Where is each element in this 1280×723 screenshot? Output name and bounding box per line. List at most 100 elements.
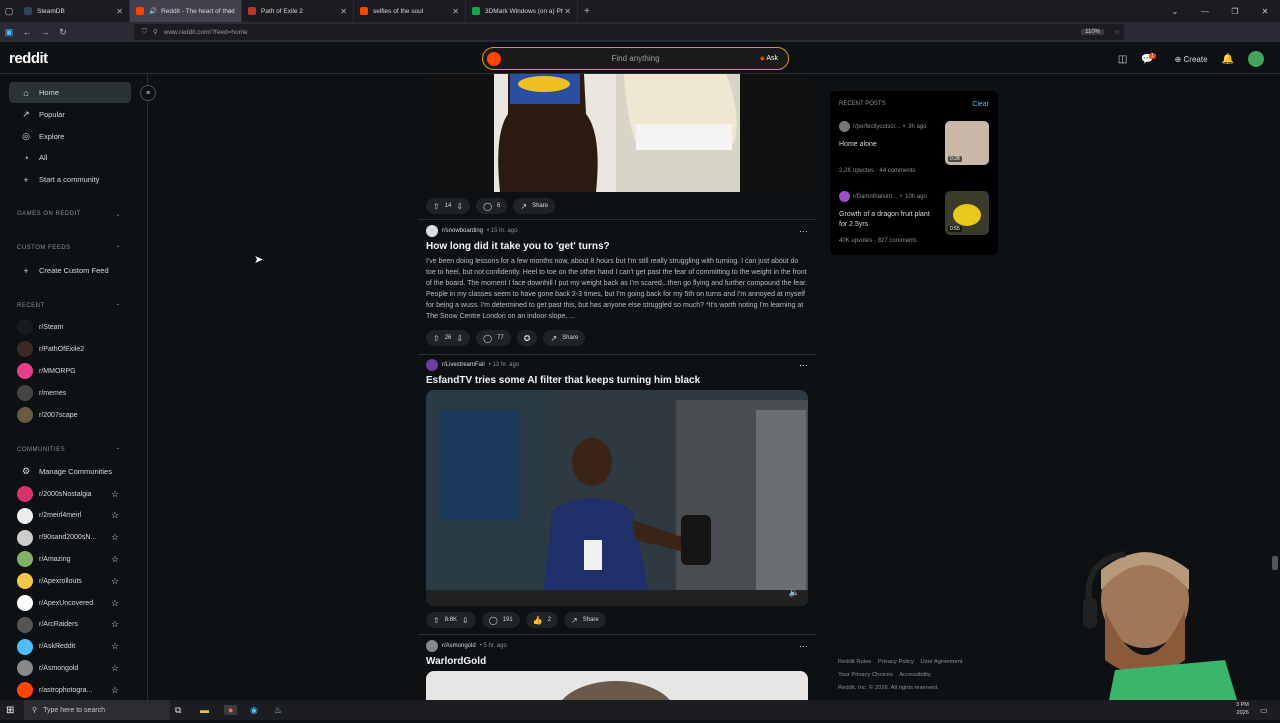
favorite-star-icon[interactable]: ☆	[111, 619, 119, 630]
post-card[interactable]: r/snowboarding • 15 hr. ago ··· How long…	[426, 225, 808, 346]
post-title[interactable]: EsfandTV tries some AI filter that keeps…	[426, 375, 808, 386]
taskbar-search[interactable]: ⚲ Type here to search	[24, 700, 170, 720]
favorite-star-icon[interactable]: ☆	[111, 576, 119, 587]
comments-button[interactable]: ◯ 191	[481, 612, 520, 628]
browser-tab[interactable]: selfies of the soul ✕	[354, 0, 466, 22]
page-scrollbar[interactable]	[1270, 74, 1280, 700]
post-card[interactable]: r/LivestreamFail • 13 hr. ago ··· Esfand…	[426, 359, 808, 628]
close-tab-icon[interactable]: ✕	[564, 7, 571, 16]
favorite-star-icon[interactable]: ☆	[111, 554, 119, 565]
favorite-star-icon[interactable]: ☆	[111, 641, 119, 652]
recent-post-sub[interactable]: r/perfectlycutscr...	[853, 124, 900, 130]
post-image[interactable]	[426, 74, 808, 192]
community-item[interactable]: r/2meirl4meirl ☆	[17, 506, 127, 526]
notification-center-icon[interactable]: ▭	[1260, 706, 1268, 715]
manage-communities-button[interactable]: ⚙ Manage Communities	[9, 461, 131, 482]
community-item[interactable]: r/Apexrollouts ☆	[17, 571, 127, 591]
tab-list-icon[interactable]: ▢	[0, 6, 18, 17]
post-image[interactable]	[426, 671, 808, 700]
downvote-icon[interactable]: ⇩	[462, 616, 469, 625]
downvote-icon[interactable]: ⇩	[456, 202, 463, 211]
close-tab-icon[interactable]: ✕	[340, 7, 347, 16]
browser-tab[interactable]: Path of Exile 2 ✕	[242, 0, 354, 22]
chrome-icon[interactable]: ◉	[250, 705, 258, 716]
advertise-icon[interactable]: ◫	[1118, 54, 1127, 65]
more-options-icon[interactable]: ···	[799, 641, 808, 651]
footer-link[interactable]: Your Privacy Choices	[838, 672, 893, 678]
reload-button[interactable]: ↻	[54, 27, 72, 38]
recent-post-title[interactable]: Growth of a dragon fruit plant for 2.5yr…	[839, 210, 939, 230]
recent-post-item[interactable]: r/Damnthatsint... • 10h ago Growth of a dr…	[839, 191, 989, 251]
chat-icon[interactable]: 💬1	[1141, 52, 1160, 65]
community-item[interactable]: r/ApexUncovered ☆	[17, 593, 127, 613]
recent-community-item[interactable]: r/2007scape	[17, 405, 127, 425]
footer-link[interactable]: Reddit Rules	[838, 659, 871, 665]
maximize-button[interactable]: ❐	[1220, 7, 1250, 16]
steam-icon[interactable]: ♨	[274, 705, 282, 716]
create-custom-feed-button[interactable]: + Create Custom Feed	[9, 260, 131, 281]
close-tab-icon[interactable]: ✕	[452, 7, 459, 16]
user-avatar[interactable]	[1248, 51, 1264, 67]
downvote-icon[interactable]: ⇩	[456, 334, 463, 343]
award-button[interactable]: ✪	[516, 330, 538, 346]
recent-community-item[interactable]: r/Steam	[17, 317, 127, 337]
browser-tab[interactable]: 🔊 Reddit - The heart of the internet✕	[130, 0, 242, 22]
browser-tab[interactable]: 3DMark Windows (on a) Phone✕	[466, 0, 578, 22]
footer-link[interactable]: Accessibility	[899, 672, 931, 678]
upvote-icon[interactable]: ⇧	[433, 202, 440, 211]
scrollbar-thumb[interactable]	[1272, 556, 1278, 570]
favorite-star-icon[interactable]: ☆	[111, 510, 119, 521]
post-card[interactable]: r/Asmongold • 5 hr. ago ··· WarlordGold	[426, 640, 808, 700]
sidebar-item-home[interactable]: ⌂ Home	[9, 82, 131, 103]
taskbar-clock[interactable]: 3 PM 2026	[1236, 701, 1249, 717]
zoom-level[interactable]: 110%	[1081, 29, 1104, 35]
favorite-star-icon[interactable]: ☆	[111, 663, 119, 674]
dropdown-icon[interactable]: ⌄	[1160, 7, 1190, 16]
create-button[interactable]: ⊕ Create	[1175, 55, 1208, 64]
address-bar[interactable]: ⛉ ⚲ www.reddit.com/?feed=home 110% ☆	[134, 24, 1124, 40]
minimize-button[interactable]: —	[1190, 7, 1220, 16]
close-window-button[interactable]: ✕	[1250, 7, 1280, 16]
sidebar-item-popular[interactable]: ↗ Popular	[9, 104, 131, 125]
community-item[interactable]: r/ArcRaiders ☆	[17, 615, 127, 635]
sidebar-item-explore[interactable]: ◎ Explore	[9, 126, 131, 147]
post-video[interactable]: 🔈	[426, 390, 808, 606]
post-title[interactable]: How long did it take you to 'get' turns?	[426, 241, 808, 252]
communities-section-header[interactable]: COMMUNITIES ⌃	[17, 447, 121, 454]
recent-community-item[interactable]: r/memes	[17, 383, 127, 403]
speaker-icon[interactable]: 🔊	[149, 7, 157, 15]
ask-button[interactable]: Ask	[760, 55, 778, 62]
recent-section-header[interactable]: RECENT ⌃	[17, 303, 121, 310]
community-item[interactable]: r/2000sNostalgia ☆	[17, 484, 127, 504]
share-button[interactable]: ↗ Share	[513, 198, 556, 214]
close-tab-icon[interactable]: ✕	[228, 7, 235, 16]
subreddit-avatar[interactable]	[426, 225, 438, 237]
post-card[interactable]: ⇧ 14 ⇩ ◯ 6 ↗ Share	[426, 74, 808, 214]
subreddit-name[interactable]: r/snowboarding	[442, 228, 483, 234]
windows-start-icon[interactable]: ⊞	[6, 705, 14, 716]
subreddit-avatar[interactable]	[426, 359, 438, 371]
footer-link[interactable]: User Agreement	[921, 659, 963, 665]
recent-post-item[interactable]: r/perfectlycutscr... • 3h ago Home alone 2…	[839, 121, 989, 181]
more-options-icon[interactable]: ···	[799, 226, 808, 236]
comments-button[interactable]: ◯ 6	[476, 198, 508, 214]
share-button[interactable]: ↗ Share	[543, 330, 586, 346]
back-button[interactable]: ←	[18, 27, 36, 37]
recent-post-title[interactable]: Home alone	[839, 140, 939, 150]
collapse-sidebar-button[interactable]: ≡	[140, 85, 156, 101]
favorite-star-icon[interactable]: ☆	[111, 685, 119, 696]
community-item[interactable]: r/Asmongold ☆	[17, 658, 127, 678]
subreddit-avatar[interactable]	[426, 640, 438, 652]
recent-post-thumbnail[interactable]: 0:28	[945, 121, 989, 165]
favorite-star-icon[interactable]: ☆	[111, 489, 119, 500]
notification-bell-icon[interactable]: 🔔	[1222, 54, 1234, 65]
search-bar[interactable]: Find anything Ask	[482, 47, 789, 70]
bookmark-star-icon[interactable]: ☆	[1114, 28, 1120, 36]
community-item[interactable]: r/astrophotogra... ☆	[17, 680, 127, 700]
recent-community-item[interactable]: r/MMORPG	[17, 361, 127, 381]
task-view-icon[interactable]: ⧉	[175, 705, 181, 716]
sidebar-item-all[interactable]: ◔ All	[9, 147, 131, 168]
favorite-star-icon[interactable]: ☆	[111, 598, 119, 609]
recent-community-item[interactable]: r/PathOfExile2	[17, 339, 127, 359]
upvote-icon[interactable]: ⇧	[433, 616, 440, 625]
